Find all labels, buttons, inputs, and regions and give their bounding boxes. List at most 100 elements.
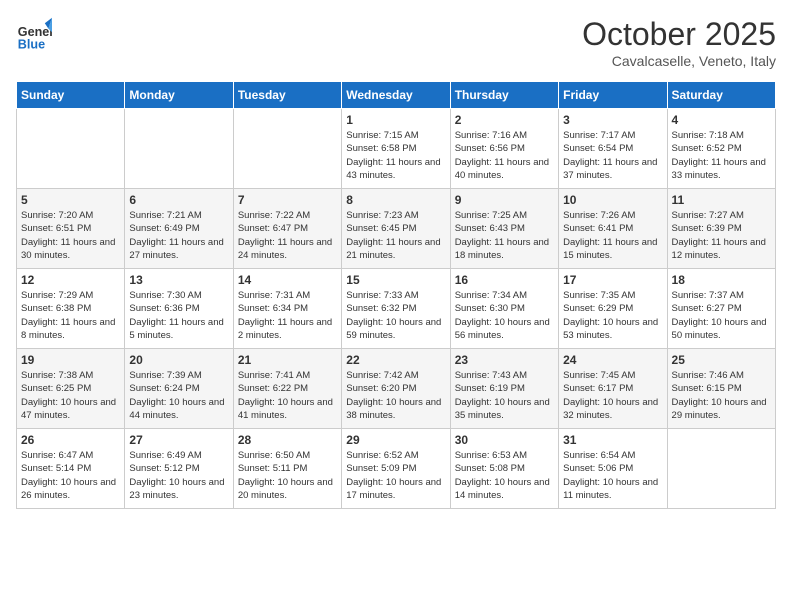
week-row-1: 1Sunrise: 7:15 AMSunset: 6:58 PMDaylight…	[17, 109, 776, 189]
day-number: 7	[238, 193, 337, 207]
weekday-header-wednesday: Wednesday	[342, 82, 450, 109]
day-number: 2	[455, 113, 554, 127]
day-number: 23	[455, 353, 554, 367]
day-info: Sunrise: 6:47 AMSunset: 5:14 PMDaylight:…	[21, 449, 120, 502]
day-number: 29	[346, 433, 445, 447]
calendar-cell: 6 Sunrise: 7:21 AMSunset: 6:49 PMDaylight…	[125, 189, 233, 269]
calendar-cell: 19 Sunrise: 7:38 AMSunset: 6:25 PMDayligh…	[17, 349, 125, 429]
day-number: 15	[346, 273, 445, 287]
day-info: Sunrise: 7:42 AMSunset: 6:20 PMDaylight:…	[346, 369, 445, 422]
calendar-cell: 22 Sunrise: 7:42 AMSunset: 6:20 PMDayligh…	[342, 349, 450, 429]
calendar-cell: 7 Sunrise: 7:22 AMSunset: 6:47 PMDaylight…	[233, 189, 341, 269]
calendar-cell	[233, 109, 341, 189]
day-info: Sunrise: 7:29 AMSunset: 6:38 PMDaylight:…	[21, 289, 120, 342]
day-number: 31	[563, 433, 662, 447]
calendar-cell: 13 Sunrise: 7:30 AMSunset: 6:36 PMDayligh…	[125, 269, 233, 349]
day-info: Sunrise: 7:33 AMSunset: 6:32 PMDaylight:…	[346, 289, 445, 342]
day-info: Sunrise: 6:54 AMSunset: 5:06 PMDaylight:…	[563, 449, 662, 502]
day-info: Sunrise: 7:35 AMSunset: 6:29 PMDaylight:…	[563, 289, 662, 342]
day-info: Sunrise: 7:18 AMSunset: 6:52 PMDaylight:…	[672, 129, 771, 182]
calendar-cell: 11Sunrise: 7:27 AMSunset: 6:39 PMDayligh…	[667, 189, 775, 269]
calendar-cell: 26 Sunrise: 6:47 AMSunset: 5:14 PMDayligh…	[17, 429, 125, 509]
calendar-cell: 2 Sunrise: 7:16 AMSunset: 6:56 PMDaylight…	[450, 109, 558, 189]
calendar-cell: 30 Sunrise: 6:53 AMSunset: 5:08 PMDayligh…	[450, 429, 558, 509]
svg-text:Blue: Blue	[18, 37, 45, 51]
day-info: Sunrise: 7:23 AMSunset: 6:45 PMDaylight:…	[346, 209, 445, 262]
day-number: 12	[21, 273, 120, 287]
day-number: 18	[672, 273, 771, 287]
weekday-header-friday: Friday	[559, 82, 667, 109]
day-info: Sunrise: 7:39 AMSunset: 6:24 PMDaylight:…	[129, 369, 228, 422]
calendar-cell: 23 Sunrise: 7:43 AMSunset: 6:19 PMDayligh…	[450, 349, 558, 429]
calendar-cell: 16 Sunrise: 7:34 AMSunset: 6:30 PMDayligh…	[450, 269, 558, 349]
day-number: 24	[563, 353, 662, 367]
day-number: 8	[346, 193, 445, 207]
day-info: Sunrise: 7:15 AMSunset: 6:58 PMDaylight:…	[346, 129, 445, 182]
calendar-cell: 31 Sunrise: 6:54 AMSunset: 5:06 PMDayligh…	[559, 429, 667, 509]
day-number: 28	[238, 433, 337, 447]
calendar-cell: 20 Sunrise: 7:39 AMSunset: 6:24 PMDayligh…	[125, 349, 233, 429]
calendar-cell: 25 Sunrise: 7:46 AMSunset: 6:15 PMDayligh…	[667, 349, 775, 429]
day-number: 30	[455, 433, 554, 447]
calendar-cell: 4 Sunrise: 7:18 AMSunset: 6:52 PMDaylight…	[667, 109, 775, 189]
day-info: Sunrise: 7:30 AMSunset: 6:36 PMDaylight:…	[129, 289, 228, 342]
day-number: 19	[21, 353, 120, 367]
day-number: 3	[563, 113, 662, 127]
title-block: October 2025 Cavalcaselle, Veneto, Italy	[582, 16, 776, 69]
calendar-cell: 15 Sunrise: 7:33 AMSunset: 6:32 PMDayligh…	[342, 269, 450, 349]
day-number: 21	[238, 353, 337, 367]
day-info: Sunrise: 7:22 AMSunset: 6:47 PMDaylight:…	[238, 209, 337, 262]
weekday-header-thursday: Thursday	[450, 82, 558, 109]
calendar-cell: 18Sunrise: 7:37 AMSunset: 6:27 PMDayligh…	[667, 269, 775, 349]
day-number: 22	[346, 353, 445, 367]
day-info: Sunrise: 7:43 AMSunset: 6:19 PMDaylight:…	[455, 369, 554, 422]
calendar-cell: 17 Sunrise: 7:35 AMSunset: 6:29 PMDayligh…	[559, 269, 667, 349]
week-row-5: 26 Sunrise: 6:47 AMSunset: 5:14 PMDayligh…	[17, 429, 776, 509]
calendar-cell: 12 Sunrise: 7:29 AMSunset: 6:38 PMDayligh…	[17, 269, 125, 349]
day-info: Sunrise: 6:49 AMSunset: 5:12 PMDaylight:…	[129, 449, 228, 502]
day-info: Sunrise: 7:27 AMSunset: 6:39 PMDaylight:…	[672, 209, 771, 262]
calendar-cell: 8 Sunrise: 7:23 AMSunset: 6:45 PMDaylight…	[342, 189, 450, 269]
day-info: Sunrise: 6:50 AMSunset: 5:11 PMDaylight:…	[238, 449, 337, 502]
day-number: 25	[672, 353, 771, 367]
weekday-header-sunday: Sunday	[17, 82, 125, 109]
day-info: Sunrise: 7:34 AMSunset: 6:30 PMDaylight:…	[455, 289, 554, 342]
day-number: 20	[129, 353, 228, 367]
calendar-cell: 28 Sunrise: 6:50 AMSunset: 5:11 PMDayligh…	[233, 429, 341, 509]
day-number: 16	[455, 273, 554, 287]
calendar-cell: 21 Sunrise: 7:41 AMSunset: 6:22 PMDayligh…	[233, 349, 341, 429]
weekday-header-saturday: Saturday	[667, 82, 775, 109]
logo: General Blue	[16, 16, 56, 52]
day-info: Sunrise: 7:45 AMSunset: 6:17 PMDaylight:…	[563, 369, 662, 422]
calendar-cell: 29Sunrise: 6:52 AMSunset: 5:09 PMDayligh…	[342, 429, 450, 509]
day-info: Sunrise: 7:26 AMSunset: 6:41 PMDaylight:…	[563, 209, 662, 262]
calendar-cell: 5Sunrise: 7:20 AMSunset: 6:51 PMDaylight…	[17, 189, 125, 269]
calendar-cell: 27 Sunrise: 6:49 AMSunset: 5:12 PMDayligh…	[125, 429, 233, 509]
calendar-cell	[125, 109, 233, 189]
calendar-cell: 9 Sunrise: 7:25 AMSunset: 6:43 PMDaylight…	[450, 189, 558, 269]
day-info: Sunrise: 7:20 AMSunset: 6:51 PMDaylight:…	[21, 209, 120, 262]
day-number: 26	[21, 433, 120, 447]
calendar-cell: 10Sunrise: 7:26 AMSunset: 6:41 PMDayligh…	[559, 189, 667, 269]
calendar-cell	[17, 109, 125, 189]
day-info: Sunrise: 7:46 AMSunset: 6:15 PMDaylight:…	[672, 369, 771, 422]
day-info: Sunrise: 7:16 AMSunset: 6:56 PMDaylight:…	[455, 129, 554, 182]
day-number: 6	[129, 193, 228, 207]
day-number: 9	[455, 193, 554, 207]
day-info: Sunrise: 7:38 AMSunset: 6:25 PMDaylight:…	[21, 369, 120, 422]
week-row-2: 5Sunrise: 7:20 AMSunset: 6:51 PMDaylight…	[17, 189, 776, 269]
weekday-header-row: SundayMondayTuesdayWednesdayThursdayFrid…	[17, 82, 776, 109]
month-title: October 2025	[582, 16, 776, 53]
day-number: 13	[129, 273, 228, 287]
day-info: Sunrise: 7:21 AMSunset: 6:49 PMDaylight:…	[129, 209, 228, 262]
week-row-4: 19 Sunrise: 7:38 AMSunset: 6:25 PMDayligh…	[17, 349, 776, 429]
day-number: 17	[563, 273, 662, 287]
day-info: Sunrise: 7:25 AMSunset: 6:43 PMDaylight:…	[455, 209, 554, 262]
day-info: Sunrise: 7:41 AMSunset: 6:22 PMDaylight:…	[238, 369, 337, 422]
day-number: 27	[129, 433, 228, 447]
day-number: 4	[672, 113, 771, 127]
day-info: Sunrise: 6:53 AMSunset: 5:08 PMDaylight:…	[455, 449, 554, 502]
day-info: Sunrise: 7:17 AMSunset: 6:54 PMDaylight:…	[563, 129, 662, 182]
calendar-cell: 1Sunrise: 7:15 AMSunset: 6:58 PMDaylight…	[342, 109, 450, 189]
calendar-cell: 14Sunrise: 7:31 AMSunset: 6:34 PMDayligh…	[233, 269, 341, 349]
